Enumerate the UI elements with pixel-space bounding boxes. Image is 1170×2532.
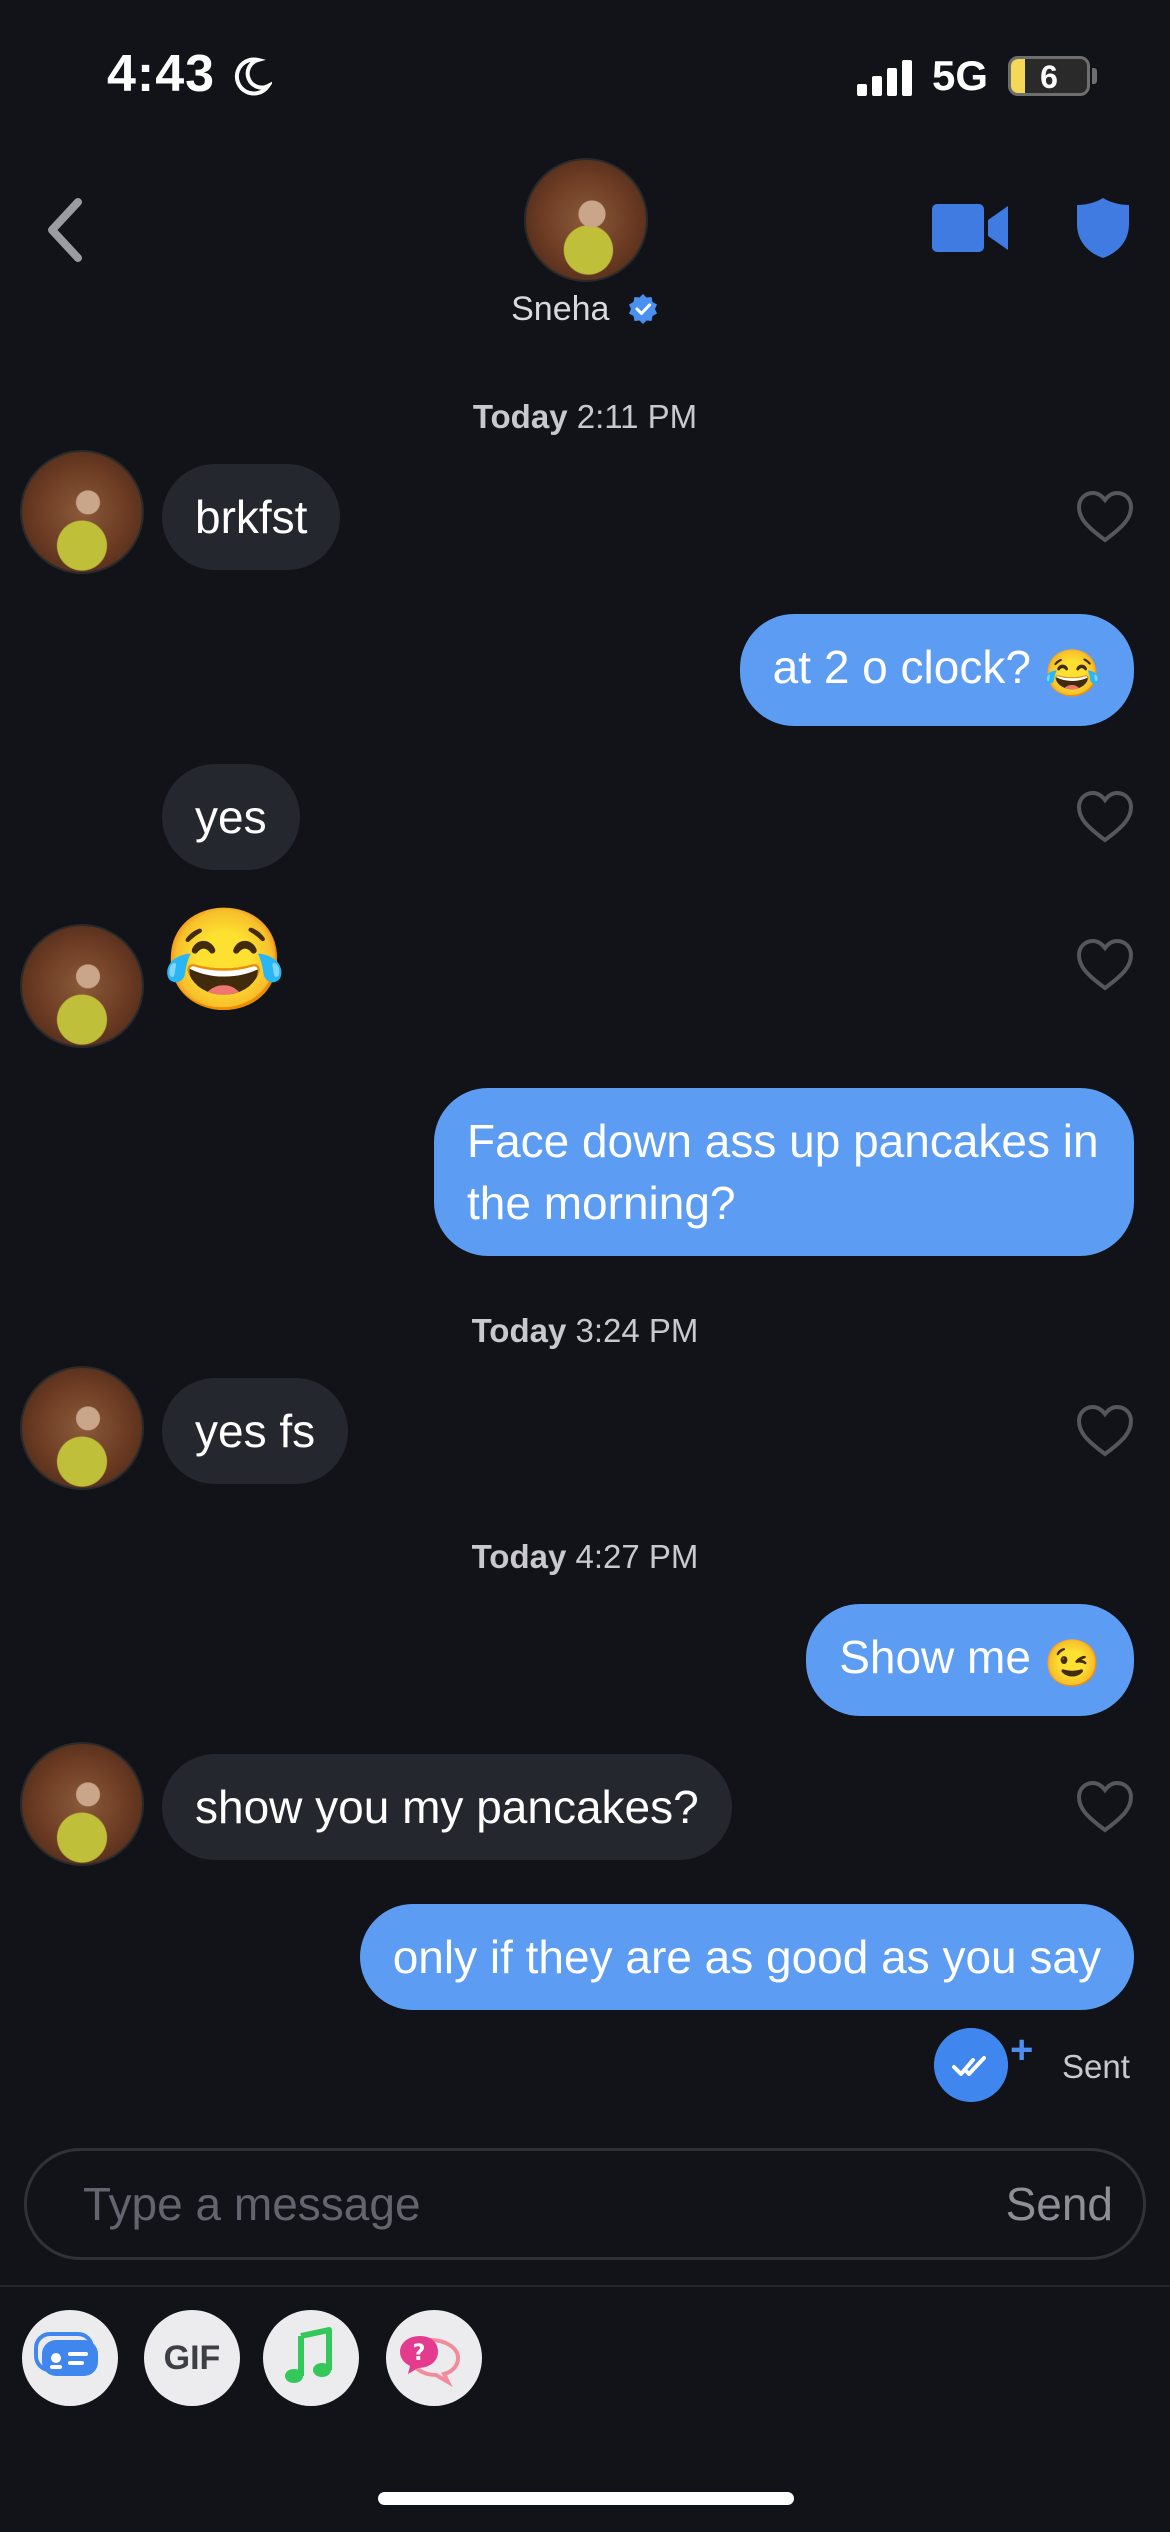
music-button[interactable] — [263, 2310, 359, 2406]
timestamp-day: Today — [471, 1312, 567, 1349]
moon-icon — [234, 57, 272, 96]
contact-avatar-small[interactable] — [20, 450, 144, 574]
network-type: 5G — [932, 52, 989, 99]
questions-button[interactable]: ? — [386, 2310, 482, 2406]
contact-name-row[interactable]: Sneha — [0, 290, 1170, 329]
safety-shield-icon[interactable] — [1075, 196, 1131, 260]
status-time: 4:43 — [107, 45, 216, 103]
profile-card-icon — [34, 2332, 98, 2376]
like-heart-icon[interactable] — [1076, 1404, 1134, 1458]
message-bubble-sent[interactable]: Face down ass up pancakes in the morning… — [434, 1088, 1134, 1256]
double-check-icon — [934, 2028, 1008, 2102]
profile-card-button[interactable] — [22, 2310, 118, 2406]
like-heart-icon[interactable] — [1076, 1780, 1134, 1834]
timestamp: Today 2:11 PM — [0, 398, 1170, 436]
delivery-status: Sent — [1062, 2048, 1130, 2085]
timestamp: Today 4:27 PM — [0, 1538, 1170, 1576]
music-note-icon — [285, 2327, 332, 2383]
svg-text:?: ? — [413, 2341, 426, 2366]
contact-avatar-small[interactable] — [20, 1742, 144, 1866]
timestamp-time: 3:24 PM — [575, 1312, 699, 1349]
verified-badge-icon — [628, 294, 657, 324]
timestamp: Today 3:24 PM — [0, 1312, 1170, 1350]
message-bubble-sent[interactable]: only if they are as good as you say — [359, 1904, 1134, 2010]
message-composer: Type a message Send — [24, 2148, 1146, 2260]
message-bubble-received[interactable]: yes fs — [162, 1378, 349, 1484]
video-call-icon[interactable] — [930, 200, 1010, 256]
like-heart-icon[interactable] — [1076, 490, 1134, 544]
contact-avatar-small[interactable] — [20, 924, 144, 1048]
message-bubble-received[interactable]: yes — [162, 764, 300, 870]
message-input[interactable]: Type a message — [83, 2151, 421, 2257]
message-text: at 2 o clock? — [772, 641, 1031, 693]
timestamp-day: Today — [472, 398, 568, 435]
plus-icon: + — [1010, 2028, 1034, 2072]
message-text: Show me — [839, 1631, 1031, 1683]
timestamp-day: Today — [471, 1538, 567, 1575]
message-emoji-received[interactable]: 😂 — [162, 900, 287, 1020]
status-bar: 4:43 5G 6 — [0, 0, 1170, 150]
contact-avatar[interactable] — [524, 158, 648, 282]
home-indicator[interactable] — [378, 2492, 794, 2505]
laughing-crying-emoji: 😂 — [1043, 647, 1101, 699]
message-bubble-sent[interactable]: Show me 😉 — [806, 1604, 1134, 1716]
timestamp-time: 2:11 PM — [576, 398, 698, 435]
question-bubbles-icon: ? — [400, 2336, 461, 2388]
cellular-signal-icon — [857, 60, 912, 96]
back-chevron-icon[interactable] — [38, 190, 98, 270]
like-heart-icon[interactable] — [1076, 938, 1134, 992]
send-button[interactable]: Send — [1006, 2151, 1113, 2257]
message-bubble-received[interactable]: brkfst — [162, 464, 341, 570]
battery-level: 6 — [1040, 59, 1058, 95]
contact-name: Sneha — [511, 290, 610, 328]
battery-icon: 6 — [1008, 56, 1090, 96]
gif-icon: GIF — [163, 2339, 221, 2377]
timestamp-time: 4:27 PM — [575, 1538, 699, 1575]
like-heart-icon[interactable] — [1076, 790, 1134, 844]
winking-emoji: 😉 — [1043, 1637, 1101, 1689]
contact-avatar-small[interactable] — [20, 1366, 144, 1490]
message-bubble-sent[interactable]: at 2 o clock? 😂 — [739, 614, 1134, 726]
divider — [0, 2285, 1170, 2287]
message-bubble-received[interactable]: show you my pancakes? — [162, 1754, 732, 1860]
battery-nub — [1092, 68, 1097, 84]
gif-button[interactable]: GIF — [144, 2310, 240, 2406]
